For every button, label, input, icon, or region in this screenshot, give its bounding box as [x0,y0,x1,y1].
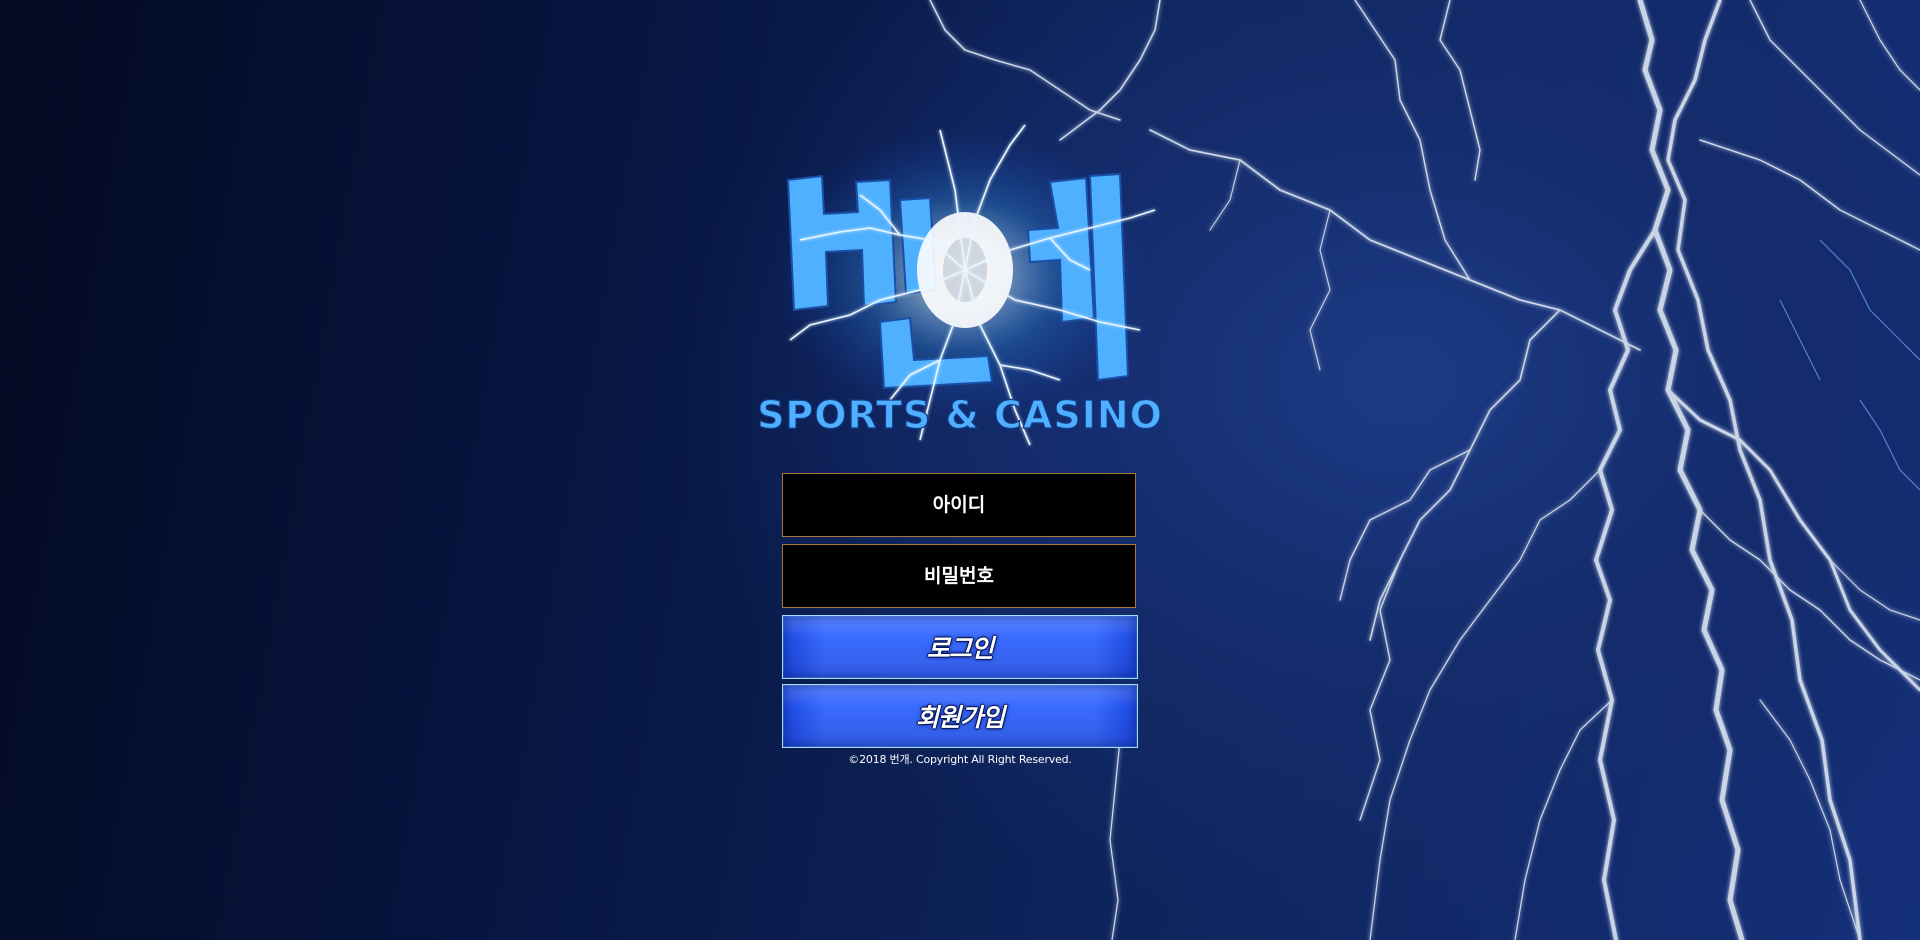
copyright-text: ©2018 번개. Copyright All Right Reserved. [848,753,1072,766]
signup-button[interactable]: 회원가입 [782,684,1138,748]
password-input[interactable] [782,544,1136,608]
brand-logo: SPORTS & CASINO [760,124,1160,446]
username-input[interactable] [782,473,1136,537]
logo-subtitle: SPORTS & CASINO [760,393,1160,437]
login-button[interactable]: 로그인 [782,615,1138,679]
login-page: SPORTS & CASINO 로그인 회원가입 ©2018 번개. Copyr… [0,0,1920,940]
